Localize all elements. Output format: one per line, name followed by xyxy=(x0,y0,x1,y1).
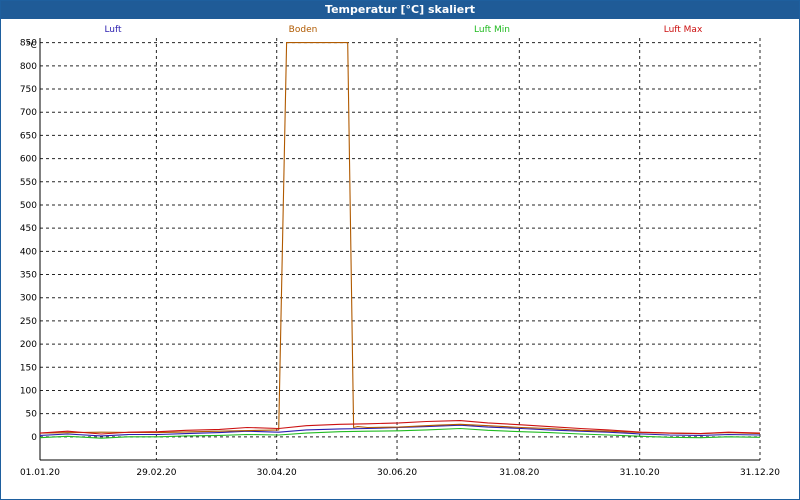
y-tick-label: 750 xyxy=(20,85,37,95)
y-tick-label: 350 xyxy=(20,271,37,281)
x-tick-label: 31.12.20 xyxy=(740,468,780,478)
y-tick-label: 700 xyxy=(20,108,37,118)
y-tick-label: 550 xyxy=(20,178,37,188)
y-tick-label: 600 xyxy=(20,155,37,165)
y-tick-label: 800 xyxy=(20,62,37,72)
x-tick-label: 30.06.20 xyxy=(377,468,417,478)
y-tick-label: 200 xyxy=(20,340,37,350)
y-tick-label: 650 xyxy=(20,131,37,141)
x-tick-label: 31.10.20 xyxy=(620,468,660,478)
x-tick-label: 29.02.20 xyxy=(136,468,176,478)
y-tick-label: 300 xyxy=(20,294,37,304)
y-tick-label: 400 xyxy=(20,247,37,257)
y-tick-label: 50 xyxy=(26,410,38,420)
y-tick-label: 500 xyxy=(20,201,37,211)
y-axis-unit: °C xyxy=(26,41,37,51)
y-tick-label: 450 xyxy=(20,224,37,234)
line-chart: 0 50 100 150 200 250 300 350 400 450 500 550 600 650 7… xyxy=(20,38,780,478)
y-tick-label: 250 xyxy=(20,317,37,327)
y-tick-label: 150 xyxy=(20,363,37,373)
plot-area xyxy=(40,38,760,460)
x-tick-label: 31.08.20 xyxy=(499,468,539,478)
y-tick-label: 100 xyxy=(20,386,37,396)
y-tick-label: 0 xyxy=(31,433,37,443)
x-tick-label: 30.04.20 xyxy=(257,468,297,478)
x-tick-label: 01.01.20 xyxy=(20,468,60,478)
